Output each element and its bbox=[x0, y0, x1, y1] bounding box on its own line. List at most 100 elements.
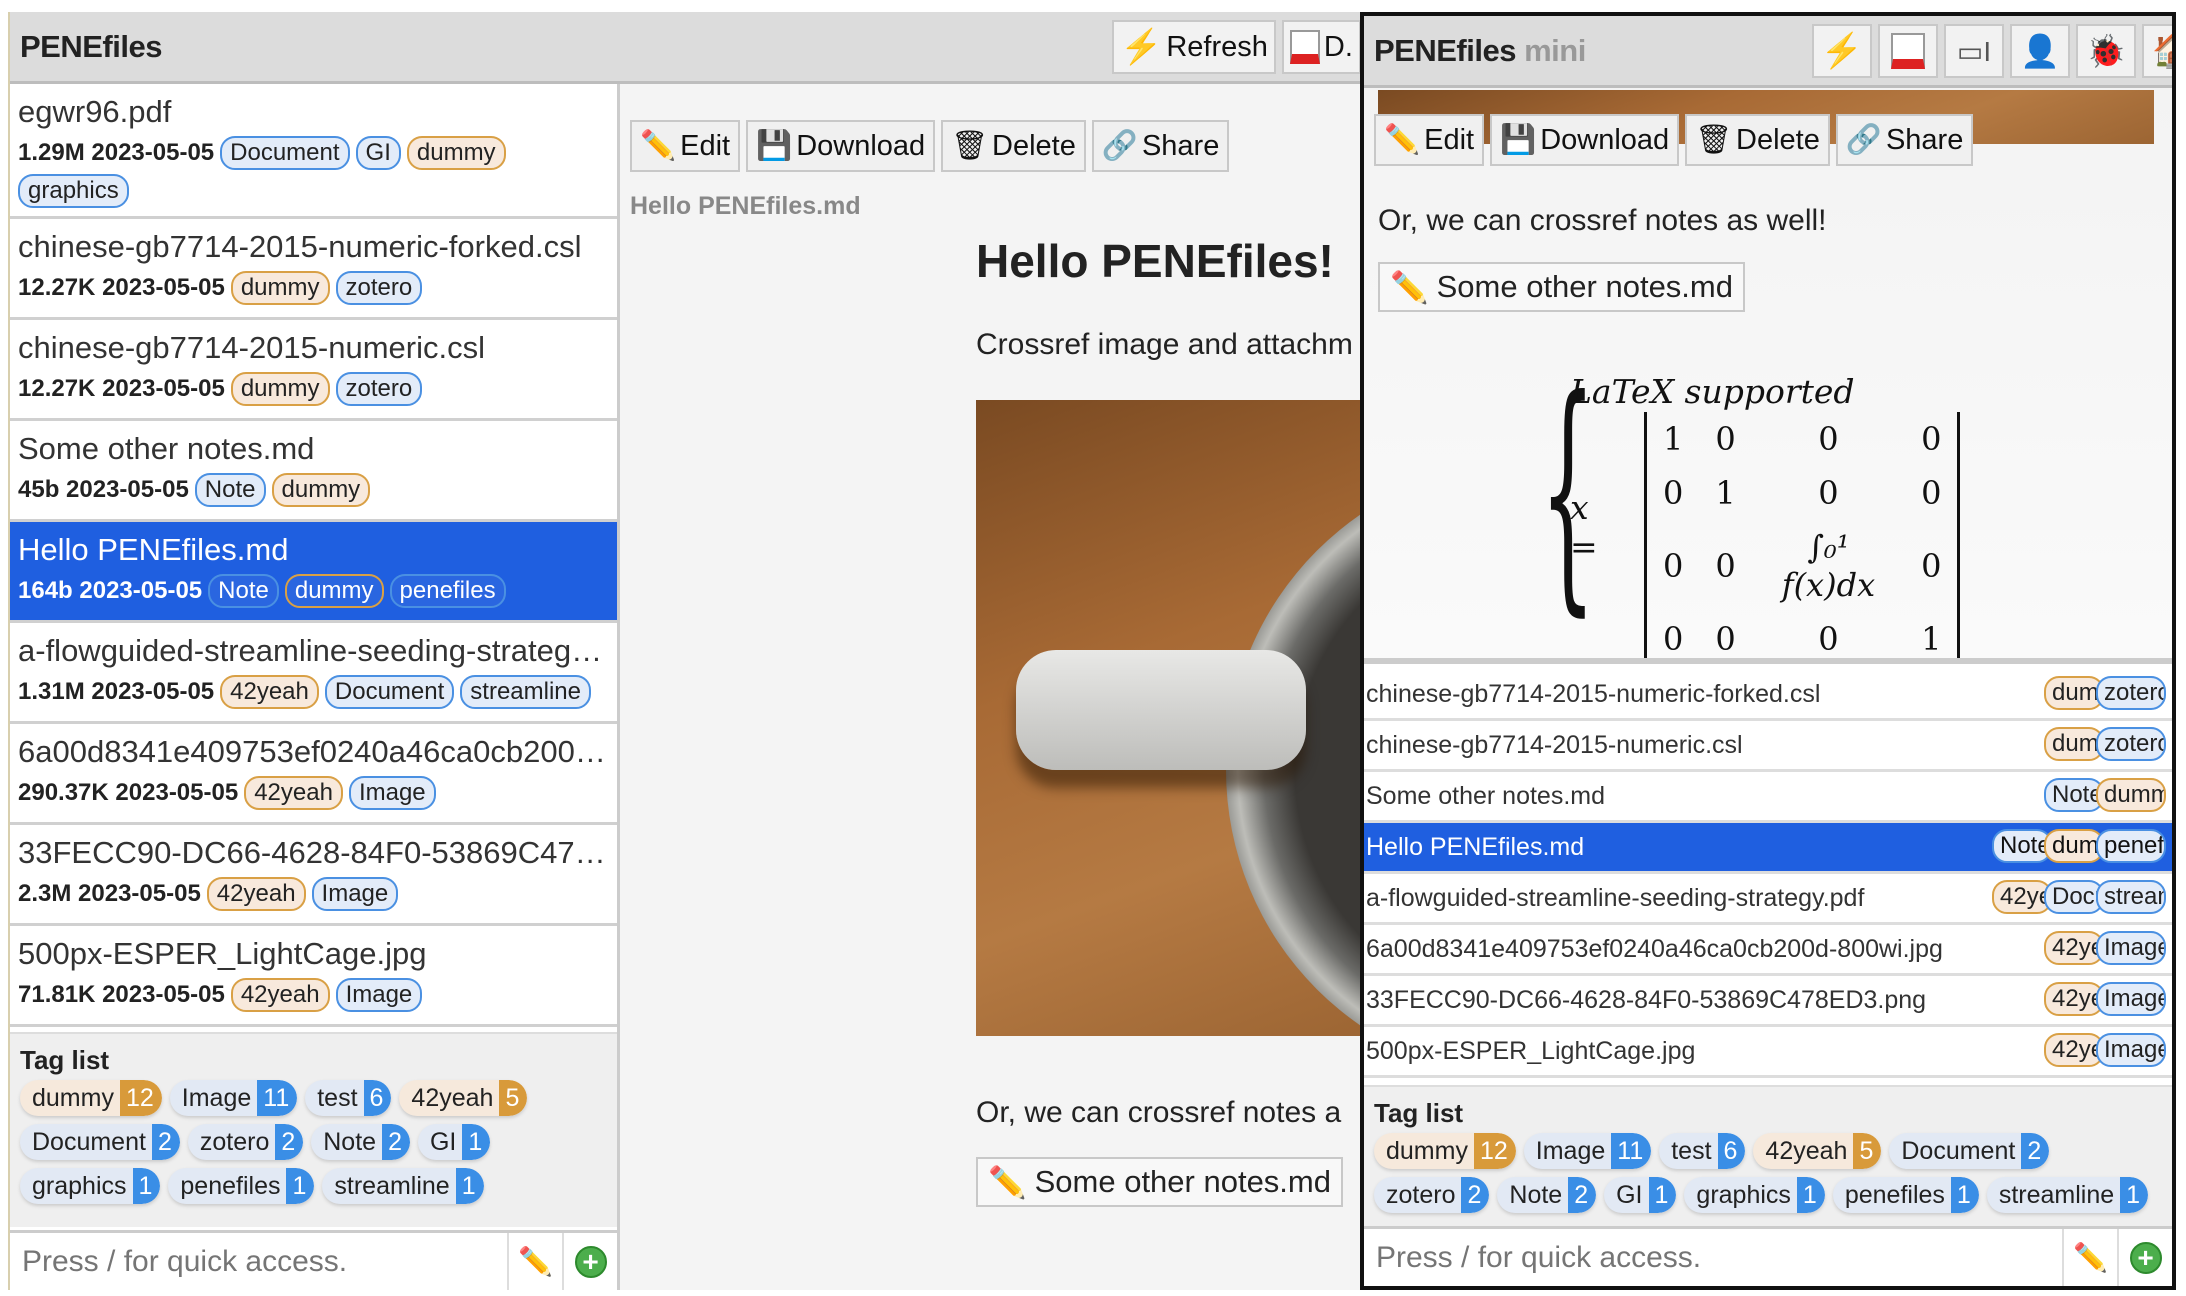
file-list-item[interactable]: Some other notes.md 45b 2023-05-05 Note dum… bbox=[10, 421, 617, 522]
file-list-item[interactable]: chinese-gb7714-2015-numeric-forked.csl 12… bbox=[10, 219, 617, 320]
file-list-item[interactable]: chinese-gb7714-2015-numeric.csl 12.27K 20… bbox=[10, 320, 617, 421]
file-tag[interactable]: Note bbox=[1992, 829, 2052, 863]
download-button[interactable]: 💾 Download bbox=[746, 120, 936, 172]
new-note-button[interactable]: ✏️ bbox=[507, 1233, 562, 1290]
file-tag[interactable]: streamline bbox=[2096, 880, 2166, 914]
file-tag[interactable]: Note bbox=[208, 574, 279, 608]
file-tag[interactable]: zotero bbox=[335, 372, 423, 406]
file-list-item[interactable]: 500px-ESPER_LightCage.jpg 71.81K 2023-05-… bbox=[10, 926, 617, 1027]
date-button[interactable] bbox=[1878, 24, 1938, 78]
delete-button[interactable]: 🗑 Delete bbox=[1685, 114, 1830, 166]
mini-file-row[interactable]: Hello PENEfiles.md Notedummypenefiles bbox=[1364, 823, 2172, 874]
note-link-button[interactable]: ✏️ Some other notes.md bbox=[1378, 262, 1745, 312]
file-tag[interactable]: Image bbox=[2096, 982, 2166, 1016]
refresh-button[interactable]: ⚡ Refresh bbox=[1112, 20, 1276, 74]
file-tag[interactable]: dummy bbox=[2044, 676, 2104, 710]
edit-button[interactable]: ✏️ Edit bbox=[630, 120, 741, 172]
tag-filter-note[interactable]: Note 2 bbox=[311, 1124, 410, 1160]
file-tag[interactable]: dummy bbox=[2096, 778, 2166, 812]
file-tag[interactable]: dummy bbox=[406, 136, 506, 170]
delete-button[interactable]: 🗑 Delete bbox=[941, 120, 1086, 172]
file-tag[interactable]: Image bbox=[335, 978, 423, 1012]
user-button[interactable]: 👤 bbox=[2010, 24, 2070, 78]
file-tag[interactable]: Document bbox=[220, 136, 350, 170]
mini-file-row[interactable]: 500px-ESPER_LightCage.jpg 42yeahImage bbox=[1364, 1027, 2172, 1078]
tag-filter-zotero[interactable]: zotero 2 bbox=[187, 1124, 304, 1160]
mini-file-row[interactable]: 6a00d8341e409753ef0240a46ca0cb200d-800wi… bbox=[1364, 925, 2172, 976]
tag-filter-zotero[interactable]: zotero 2 bbox=[1374, 1177, 1490, 1213]
download-button[interactable]: 💾 Download bbox=[1490, 114, 1680, 166]
file-tag[interactable]: Image bbox=[2096, 931, 2166, 965]
file-tag[interactable]: 42yeah bbox=[206, 877, 306, 911]
share-button[interactable]: 🔗 Share bbox=[1091, 120, 1230, 172]
tag-filter-penefiles[interactable]: penefiles 1 bbox=[1832, 1177, 1979, 1213]
tag-filter-document[interactable]: Document 2 bbox=[20, 1124, 180, 1160]
refresh-button[interactable]: ⚡ bbox=[1812, 24, 1872, 78]
mini-file-row[interactable]: chinese-gb7714-2015-numeric.csl dummyzote… bbox=[1364, 721, 2172, 772]
tag-filter-42yeah[interactable]: 42yeah 5 bbox=[1753, 1133, 1882, 1169]
tag-filter-streamline[interactable]: streamline 1 bbox=[322, 1168, 484, 1204]
file-list-item[interactable]: 33FECC90-DC66-4628-84F0-53869C478ED3.png… bbox=[10, 825, 617, 926]
file-tag[interactable]: Document bbox=[2044, 880, 2104, 914]
file-tag[interactable]: 42yeah bbox=[2044, 982, 2104, 1016]
quick-access-input[interactable] bbox=[10, 1233, 507, 1290]
file-tag[interactable]: 42yeah bbox=[230, 978, 330, 1012]
file-list[interactable]: egwr96.pdf 1.29M 2023-05-05 Document GI dumm… bbox=[10, 84, 617, 1032]
tag-filter-gi[interactable]: GI 1 bbox=[417, 1124, 491, 1160]
tag-filter-note[interactable]: Note 2 bbox=[1497, 1177, 1597, 1213]
upload-button[interactable]: + bbox=[562, 1233, 617, 1290]
debug-button[interactable]: 🐞 bbox=[2076, 24, 2136, 78]
file-tag[interactable]: Document bbox=[324, 675, 455, 709]
file-tag[interactable]: dummy bbox=[2044, 727, 2104, 761]
tag-filter-graphics[interactable]: graphics 1 bbox=[1684, 1177, 1825, 1213]
file-tag[interactable]: dummy bbox=[230, 271, 330, 305]
tag-filter-gi[interactable]: GI 1 bbox=[1604, 1177, 1677, 1213]
tag-filter-graphics[interactable]: graphics 1 bbox=[20, 1168, 161, 1204]
file-list-item[interactable]: a-flowguided-streamline-seeding-strategy… bbox=[10, 623, 617, 724]
file-list-item[interactable]: egwr96.pdf 1.29M 2023-05-05 Document GI dumm… bbox=[10, 84, 617, 219]
tag-filter-document[interactable]: Document 2 bbox=[1889, 1133, 2050, 1169]
date-button[interactable]: D. bbox=[1281, 20, 1360, 74]
file-tag[interactable]: Image bbox=[2096, 1033, 2166, 1067]
file-tag[interactable]: Note bbox=[2044, 778, 2104, 812]
home-button[interactable]: 🏠 bbox=[2142, 24, 2172, 78]
edit-button[interactable]: ✏️ Edit bbox=[1374, 114, 1485, 166]
tag-filter-dummy[interactable]: dummy 12 bbox=[1374, 1133, 1516, 1169]
file-tag[interactable]: 42yeah bbox=[2044, 931, 2104, 965]
file-tag[interactable]: penefiles bbox=[389, 574, 506, 608]
share-button[interactable]: 🔗 Share bbox=[1835, 114, 1974, 166]
tag-filter-image[interactable]: Image 11 bbox=[169, 1080, 298, 1116]
file-tag[interactable]: dummy bbox=[271, 473, 371, 507]
file-tag[interactable]: dummy bbox=[230, 372, 330, 406]
tag-filter-image[interactable]: Image 11 bbox=[1523, 1133, 1652, 1169]
mini-file-row[interactable]: 33FECC90-DC66-4628-84F0-53869C478ED3.png… bbox=[1364, 976, 2172, 1027]
rename-button[interactable]: ▭I bbox=[1944, 24, 2004, 78]
file-tag[interactable]: GI bbox=[355, 136, 401, 170]
file-tag[interactable]: dummy bbox=[2044, 829, 2104, 863]
file-tag[interactable]: streamline bbox=[460, 675, 591, 709]
mini-file-list[interactable]: chinese-gb7714-2015-numeric-forked.csl du… bbox=[1364, 670, 2172, 1085]
file-tag[interactable]: 42yeah bbox=[1992, 880, 2052, 914]
tag-filter-42yeah[interactable]: 42yeah 5 bbox=[399, 1080, 528, 1116]
file-list-item[interactable]: 6a00d8341e409753ef0240a46ca0cb200d-800wi… bbox=[10, 724, 617, 825]
note-link-button[interactable]: ✏️ Some other notes.md bbox=[976, 1157, 1343, 1207]
file-tag[interactable]: graphics bbox=[18, 174, 129, 208]
upload-button[interactable]: + bbox=[2117, 1229, 2172, 1286]
file-tag[interactable]: zotero bbox=[2096, 727, 2166, 761]
file-tag[interactable]: penefiles bbox=[2096, 829, 2166, 863]
mini-file-row[interactable]: chinese-gb7714-2015-numeric-forked.csl du… bbox=[1364, 670, 2172, 721]
tag-filter-dummy[interactable]: dummy 12 bbox=[20, 1080, 162, 1116]
file-list-item[interactable]: Hello PENEfiles.md 164b 2023-05-05 Note dum… bbox=[10, 522, 617, 623]
file-tag[interactable]: Image bbox=[348, 776, 436, 810]
file-tag[interactable]: 42yeah bbox=[244, 776, 343, 810]
file-tag[interactable]: 42yeah bbox=[220, 675, 319, 709]
tag-filter-test[interactable]: test 6 bbox=[305, 1080, 392, 1116]
file-tag[interactable]: Image bbox=[311, 877, 399, 911]
quick-access-input[interactable] bbox=[1364, 1229, 2062, 1286]
file-tag[interactable]: zotero bbox=[2096, 676, 2166, 710]
mini-file-row[interactable]: Some other notes.md Notedummy bbox=[1364, 772, 2172, 823]
file-tag[interactable]: Note bbox=[194, 473, 266, 507]
tag-filter-penefiles[interactable]: penefiles 1 bbox=[168, 1168, 315, 1204]
file-tag[interactable]: dummy bbox=[284, 574, 384, 608]
file-tag[interactable]: 42yeah bbox=[2044, 1033, 2104, 1067]
